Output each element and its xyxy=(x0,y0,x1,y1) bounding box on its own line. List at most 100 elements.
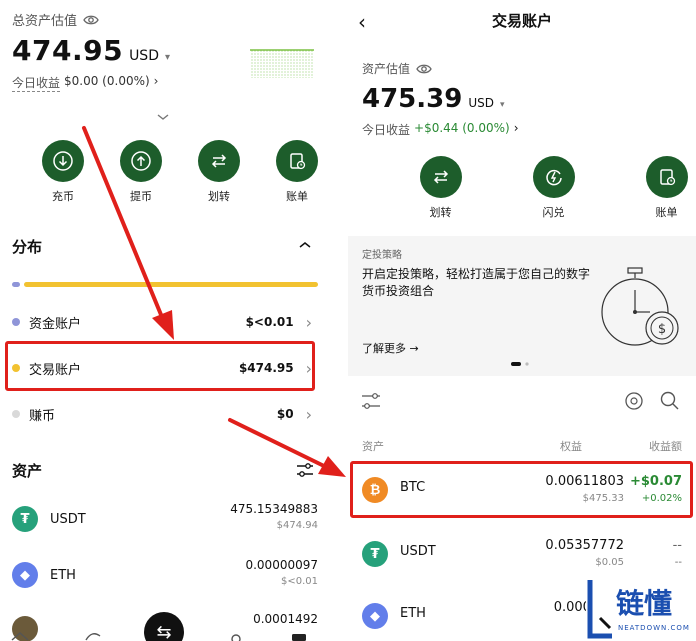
swap-arrows-icon: ⇆ xyxy=(156,621,172,641)
usdt-coin-icon: ₮ xyxy=(362,541,388,567)
distribution-funding-segment xyxy=(12,282,20,287)
account-name: 资金账户 xyxy=(29,316,82,332)
asset-value-label: 资产估值 xyxy=(362,60,432,77)
legend-dot xyxy=(12,318,20,326)
quick-actions: 充币 提币 划转 账单 xyxy=(24,140,336,204)
hide-small-icon xyxy=(625,392,643,410)
asset-usd-value: $0.05 xyxy=(595,557,624,568)
bill-icon xyxy=(276,140,318,182)
deposit-label: 充币 xyxy=(52,190,74,203)
page-title: 交易账户 xyxy=(491,12,552,30)
flash-swap-button[interactable]: 闪兑 xyxy=(497,156,610,220)
asset-quantity: 0.05357772 xyxy=(545,538,624,553)
total-assets-value: 474.95 USD ▾ xyxy=(12,34,170,67)
total-assets-amount: 474.95 xyxy=(12,34,124,67)
asset-symbol: USDT xyxy=(400,544,436,559)
transfer-icon xyxy=(419,156,462,198)
flash-swap-label: 闪兑 xyxy=(542,206,565,219)
account-row-funding[interactable]: 资金账户 $<0.01 › xyxy=(12,307,312,337)
bill-icon xyxy=(645,156,688,198)
distribution-trading-segment xyxy=(24,282,318,287)
transfer-button[interactable]: 划转 xyxy=(180,140,258,204)
asset-pnl-percent: -- xyxy=(674,557,682,568)
account-name: 赚币 xyxy=(29,408,56,424)
account-row-earn[interactable]: 赚币 $0 › xyxy=(12,399,312,429)
panel-divider xyxy=(336,0,348,641)
eye-icon[interactable] xyxy=(416,63,432,75)
asset-row-usdt[interactable]: ₮ USDT 0.05357772 $0.05 -- -- xyxy=(362,530,682,578)
today-profit-label: 今日收益 xyxy=(362,123,411,137)
eth-coin-icon: ◆ xyxy=(12,562,38,588)
asset-value-label-text: 资产估值 xyxy=(362,62,411,76)
asset-usd-value: $474.94 xyxy=(276,520,318,531)
asset-symbol: ETH xyxy=(400,606,426,621)
transfer-icon xyxy=(198,140,240,182)
asset-pnl: -- xyxy=(672,538,682,553)
total-assets-label: 总资产估值 xyxy=(12,10,99,29)
clock-dollar-icon: $ xyxy=(601,267,679,346)
asset-row-eth[interactable]: ◆ ETH 0.00000097 $<0.01 xyxy=(12,556,318,600)
transfer-label: 划转 xyxy=(208,190,230,203)
filter-sliders-icon xyxy=(362,393,380,409)
bill-button[interactable]: 账单 xyxy=(610,156,696,220)
upload-icon xyxy=(120,140,162,182)
chevron-right-icon: › xyxy=(153,74,159,88)
watermark-subtext: NEATDOWN.COM xyxy=(618,624,690,632)
chevron-right-icon: › xyxy=(513,121,519,135)
column-header-pnl[interactable]: 收益额 xyxy=(649,438,682,454)
caret-down-icon[interactable]: ▾ xyxy=(165,52,170,63)
caret-down-icon[interactable]: ▾ xyxy=(500,100,505,110)
asset-symbol: ETH xyxy=(50,568,76,583)
carousel-indicator xyxy=(511,362,529,366)
bill-label: 账单 xyxy=(286,190,308,203)
chevron-up-icon[interactable] xyxy=(298,240,312,250)
account-amount: $<0.01 xyxy=(245,315,294,329)
eye-icon[interactable] xyxy=(83,14,99,26)
asset-value: 475.39 USD ▾ xyxy=(362,84,505,114)
highlight-box-btc-row xyxy=(350,461,693,518)
asset-usd-value: $<0.01 xyxy=(280,576,318,587)
trading-account-screen: ‹ 交易账户 资产估值 475.39 USD ▾ 今日收益 +$0.44 (0.… xyxy=(348,0,696,641)
today-profit-label: 今日收益 xyxy=(12,76,61,92)
withdraw-label: 提币 xyxy=(130,190,152,203)
asset-quantity: 475.15349883 xyxy=(230,502,318,516)
asset-symbol: USDT xyxy=(50,512,86,527)
strategy-text: 开启定投策略，轻松打造属于您自己的数字货币投资组合 xyxy=(362,267,591,298)
watermark-text: 链懂 xyxy=(616,587,673,620)
bill-label: 账单 xyxy=(655,206,678,219)
assets-title: 资产 xyxy=(12,462,43,480)
learn-more-link[interactable]: 了解更多 → xyxy=(362,340,419,356)
today-profit-value: +$0.44 (0.00%) xyxy=(414,121,510,135)
legend-dot xyxy=(12,410,20,418)
asset-value-amount: 475.39 xyxy=(362,84,463,114)
download-icon xyxy=(42,140,84,182)
watermark-logo: 链懂 NEATDOWN.COM xyxy=(586,576,696,641)
logo-mark-icon xyxy=(587,580,612,639)
search-icon xyxy=(660,391,679,410)
chevron-right-icon: › xyxy=(305,312,312,332)
chevron-down-icon[interactable] xyxy=(156,112,170,122)
usdt-coin-icon: ₮ xyxy=(12,506,38,532)
column-header-asset: 资产 xyxy=(362,440,384,453)
withdraw-button[interactable]: 提币 xyxy=(102,140,180,204)
transfer-button[interactable]: 划转 xyxy=(384,156,497,220)
sparkline-chart xyxy=(250,49,314,78)
highlight-box-trading-account xyxy=(5,341,315,391)
today-profit[interactable]: 今日收益 $0.00 (0.00%) › xyxy=(12,74,158,92)
eth-coin-icon: ◆ xyxy=(362,603,388,629)
today-profit-value: $0.00 (0.00%) xyxy=(64,74,150,88)
dca-strategy-banner[interactable]: 定投策略 开启定投策略，轻松打造属于您自己的数字货币投资组合 了解更多 → $ xyxy=(348,236,696,376)
svg-text:$: $ xyxy=(658,322,666,337)
total-assets-label-text: 总资产估值 xyxy=(12,14,78,29)
account-amount: $0 xyxy=(276,407,294,421)
table-toolbar xyxy=(362,391,679,410)
currency-selector[interactable]: USD xyxy=(129,48,159,64)
today-profit[interactable]: 今日收益 +$0.44 (0.00%) › xyxy=(362,121,519,138)
currency-selector[interactable]: USD xyxy=(468,96,494,110)
deposit-button[interactable]: 充币 xyxy=(24,140,102,204)
asset-row-usdt[interactable]: ₮ USDT 475.15349883 $474.94 xyxy=(12,500,318,544)
distribution-title: 分布 xyxy=(12,238,43,256)
asset-quantity: 0.00000097 xyxy=(245,558,318,572)
bill-button[interactable]: 账单 xyxy=(258,140,336,204)
filter-sliders-icon[interactable] xyxy=(296,462,314,478)
